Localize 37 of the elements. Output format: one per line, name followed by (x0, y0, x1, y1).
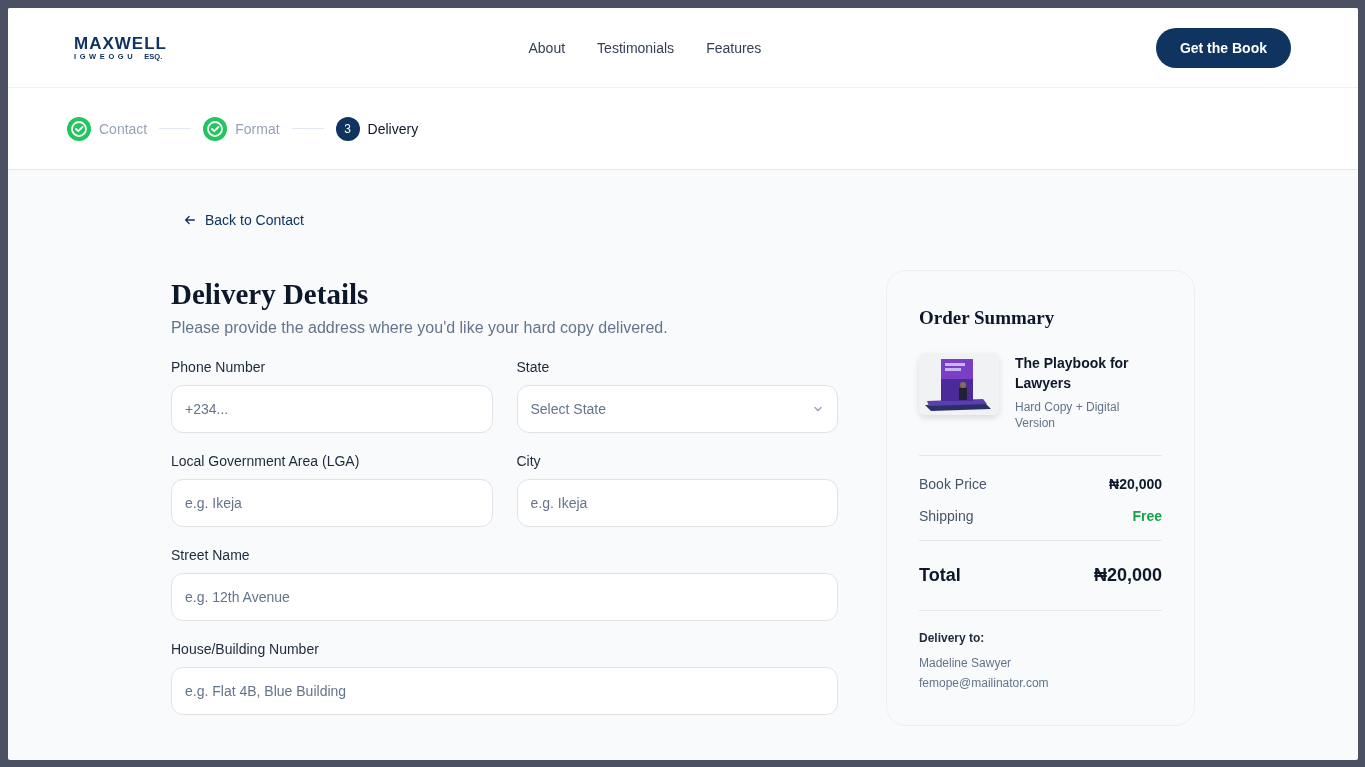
back-link[interactable]: Back to Contact (183, 212, 304, 228)
nav-link[interactable]: About (528, 39, 566, 56)
line-value: Free (1132, 508, 1162, 524)
field-label: Street Name (171, 547, 251, 563)
product-name: The Playbook for Lawyers (1015, 354, 1130, 393)
total-value: ₦20,000 (1093, 565, 1162, 586)
line-label: Book Price (919, 476, 987, 492)
step-number: 3 (335, 116, 360, 141)
field-label: Local Government Area (LGA) (171, 453, 361, 469)
select-field[interactable]: Select State (516, 385, 838, 433)
field-label: City (516, 453, 542, 469)
step-label: Format (235, 120, 280, 137)
input-field[interactable]: e.g. Flat 4B, Blue Building (171, 667, 838, 715)
field-label: House/Building Number (171, 641, 320, 657)
field-label: Phone Number (171, 359, 267, 375)
delivery-detail: femope@mailinator.com (919, 675, 1050, 692)
summary-title: Order Summary (919, 307, 1056, 329)
delivery-heading: Delivery to: (919, 631, 986, 645)
nav-link[interactable]: Testimonials (597, 39, 675, 56)
field-label: State (516, 359, 551, 375)
line-value: ₦20,000 (1109, 476, 1162, 492)
product-variant: Hard Copy + Digital Version (1015, 399, 1121, 431)
nav-link[interactable]: Features (706, 39, 762, 56)
input-field[interactable]: e.g. Ikeja (516, 479, 838, 527)
total-label: Total (919, 565, 961, 586)
input-field[interactable]: e.g. 12th Avenue (171, 573, 838, 621)
delivery-detail: Madeline Sawyer (919, 655, 1013, 672)
arrow-left-icon (183, 213, 197, 227)
input-field[interactable]: e.g. Ikeja (171, 479, 493, 527)
get-book-button[interactable]: Get the Book (1155, 27, 1291, 68)
step-label: Contact (99, 120, 148, 137)
form-title: Delivery Details (171, 278, 370, 311)
logo-name: MAXWELL (74, 34, 167, 52)
step-label: Delivery (367, 120, 419, 137)
form-subtitle: Please provide the address where you'd like your hard copy delivered. (171, 319, 669, 337)
line-label: Shipping (919, 508, 974, 524)
input-field[interactable]: +234... (171, 385, 493, 433)
